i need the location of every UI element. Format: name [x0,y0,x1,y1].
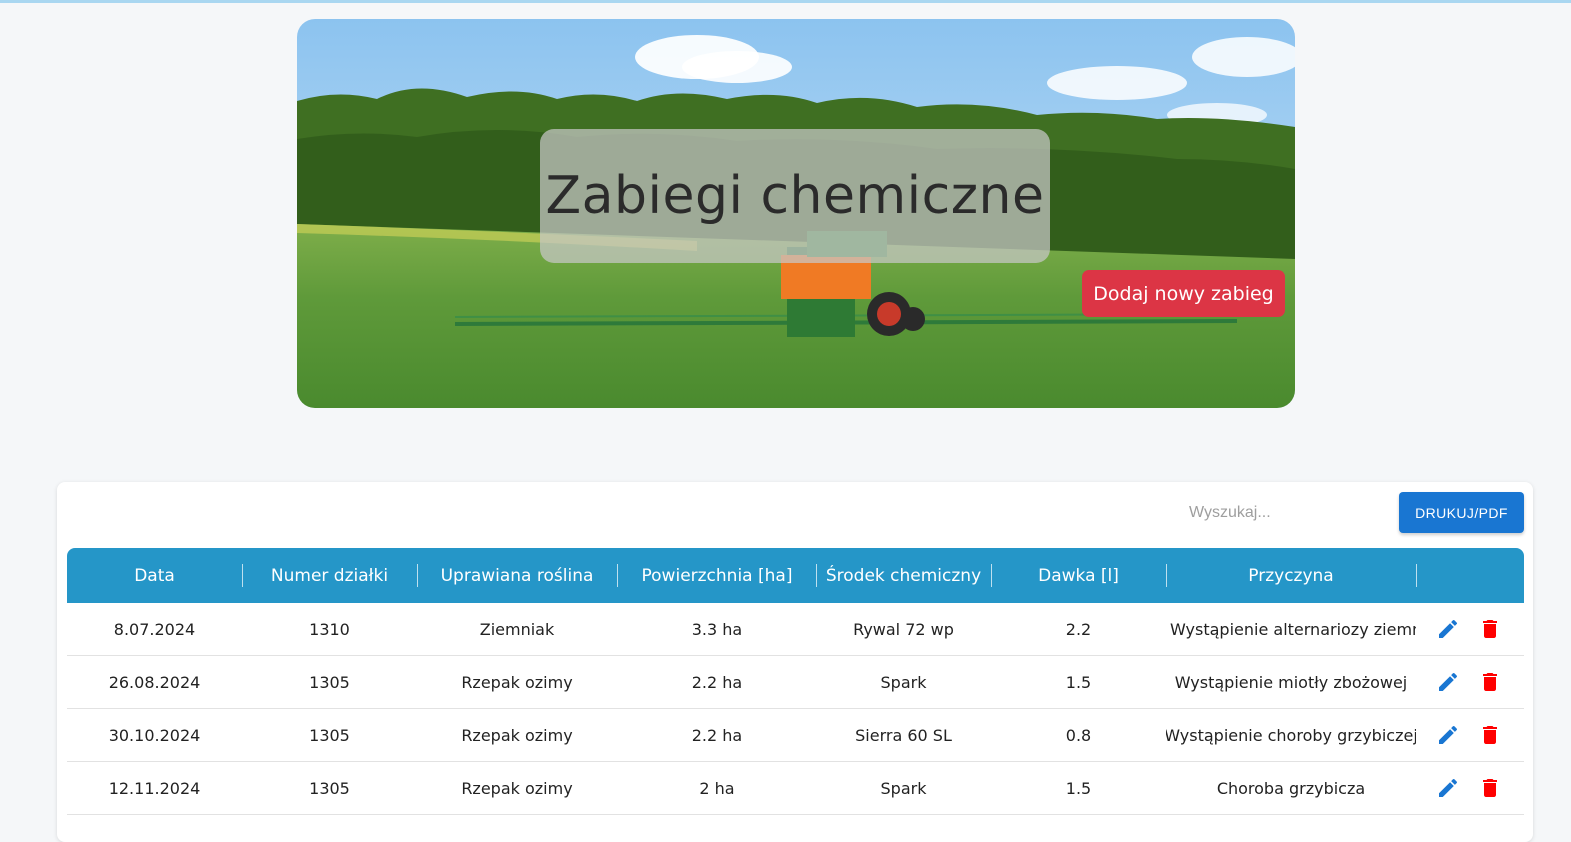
cell-crop: Ziemniak [479,619,555,639]
cell-dose: 2.2 [1065,619,1092,639]
cell-plot-number: 1310 [309,619,350,639]
cell-chemical: Spark [880,672,927,692]
table-row: 30.10.2024 1305 Rzepak ozimy 2.2 ha Sier… [67,709,1524,762]
cell-crop: Rzepak ozimy [461,725,573,745]
column-header-chemical[interactable]: Środek chemiczny [816,548,991,603]
cell-crop: Rzepak ozimy [461,778,573,798]
add-treatment-button[interactable]: Dodaj nowy zabieg [1082,270,1285,317]
cell-chemical: Rywal 72 wp [853,619,954,639]
cell-area: 2.2 ha [691,672,743,692]
cell-plot-number: 1305 [309,672,350,692]
cell-date: 12.11.2024 [108,778,201,798]
delete-icon[interactable] [1478,670,1502,694]
table-row: 12.11.2024 1305 Rzepak ozimy 2 ha Spark … [67,762,1524,815]
cell-chemical: Sierra 60 SL [855,725,952,745]
column-header-reason[interactable]: Przyczyna [1166,548,1416,603]
cell-dose: 1.5 [1065,672,1092,692]
cell-dose: 1.5 [1065,778,1092,798]
cell-reason: Choroba grzybicza [1216,778,1366,798]
column-header-plot-number[interactable]: Numer działki [242,548,417,603]
cell-area: 2 ha [699,778,735,798]
table-header: Data Numer działki Uprawiana roślina Pow… [67,548,1524,603]
column-header-crop[interactable]: Uprawiana roślina [417,548,617,603]
print-pdf-button[interactable]: DRUKUJ/PDF [1399,492,1524,533]
cell-plot-number: 1305 [309,725,350,745]
delete-icon[interactable] [1478,723,1502,747]
cell-reason: Wystąpienie choroby grzybiczej [1166,725,1416,745]
cell-reason: Wystąpienie alternariozy ziemniaka [1170,619,1416,639]
delete-icon[interactable] [1478,776,1502,800]
column-separator [1416,564,1417,587]
cell-area: 2.2 ha [691,725,743,745]
search-input[interactable] [1187,495,1391,531]
edit-icon[interactable] [1436,670,1460,694]
treatments-table: Data Numer działki Uprawiana roślina Pow… [67,548,1524,815]
page-title: Zabiegi chemiczne [545,166,1045,226]
cell-area: 3.3 ha [691,619,743,639]
column-header-dose[interactable]: Dawka [l] [991,548,1166,603]
treatments-card: DRUKUJ/PDF Data Numer działki Uprawiana … [57,482,1533,842]
hero-banner: Zabiegi chemiczne Dodaj nowy zabieg [297,19,1295,408]
title-overlay: Zabiegi chemiczne [540,129,1050,263]
edit-icon[interactable] [1436,776,1460,800]
column-header-date[interactable]: Data [67,548,242,603]
cell-plot-number: 1305 [309,778,350,798]
top-accent-line [0,0,1571,3]
table-row: 26.08.2024 1305 Rzepak ozimy 2.2 ha Spar… [67,656,1524,709]
cell-dose: 0.8 [1065,725,1092,745]
cell-chemical: Spark [880,778,927,798]
cell-reason: Wystąpienie miotły zbożowej [1174,672,1408,692]
cell-date: 26.08.2024 [108,672,201,692]
table-row: 8.07.2024 1310 Ziemniak 3.3 ha Rywal 72 … [67,603,1524,656]
cell-crop: Rzepak ozimy [461,672,573,692]
edit-icon[interactable] [1436,723,1460,747]
edit-icon[interactable] [1436,617,1460,641]
cell-date: 30.10.2024 [108,725,201,745]
delete-icon[interactable] [1478,617,1502,641]
column-header-area[interactable]: Powierzchnia [ha] [617,548,817,603]
cell-date: 8.07.2024 [113,619,196,639]
